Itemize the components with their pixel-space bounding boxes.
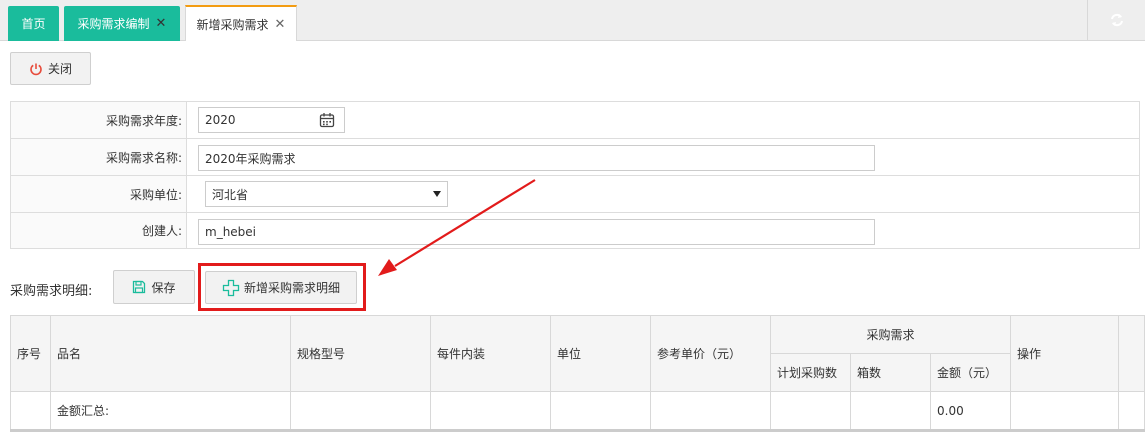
header-scroll-gutter (1118, 315, 1145, 392)
header-plan-qty: 计划采购数 (770, 353, 851, 392)
header-spec: 规格型号 (290, 315, 431, 392)
header-ops: 操作 (1010, 315, 1119, 392)
summary-row: 金额汇总: 0.00 (10, 391, 1145, 430)
summary-label: 金额汇总: (50, 391, 291, 430)
header-boxes: 箱数 (850, 353, 931, 392)
header-name: 品名 (50, 315, 291, 392)
header-unit: 单位 (550, 315, 651, 392)
summary-boxes-cell (850, 391, 931, 430)
summary-seq-cell (10, 391, 51, 430)
horizontal-scrollbar[interactable] (10, 429, 1145, 432)
detail-table: 序号 品名 规格型号 每件内装 单位 参考单价（元） 采购需求 操作 计划采购数… (10, 315, 1145, 430)
summary-spec-cell (290, 391, 431, 430)
header-amount: 金额（元） (930, 353, 1011, 392)
summary-unit-cell (550, 391, 651, 430)
summary-plan-qty-cell (770, 391, 851, 430)
header-pack: 每件内装 (430, 315, 551, 392)
summary-ops-cell (1010, 391, 1119, 430)
summary-pack-cell (430, 391, 551, 430)
summary-price-cell (650, 391, 771, 430)
summary-gutter-cell (1118, 391, 1145, 430)
header-price: 参考单价（元） (650, 315, 771, 392)
summary-amount: 0.00 (930, 391, 1011, 430)
header-demand-group: 采购需求 (770, 315, 1011, 354)
header-seq: 序号 (10, 315, 51, 392)
